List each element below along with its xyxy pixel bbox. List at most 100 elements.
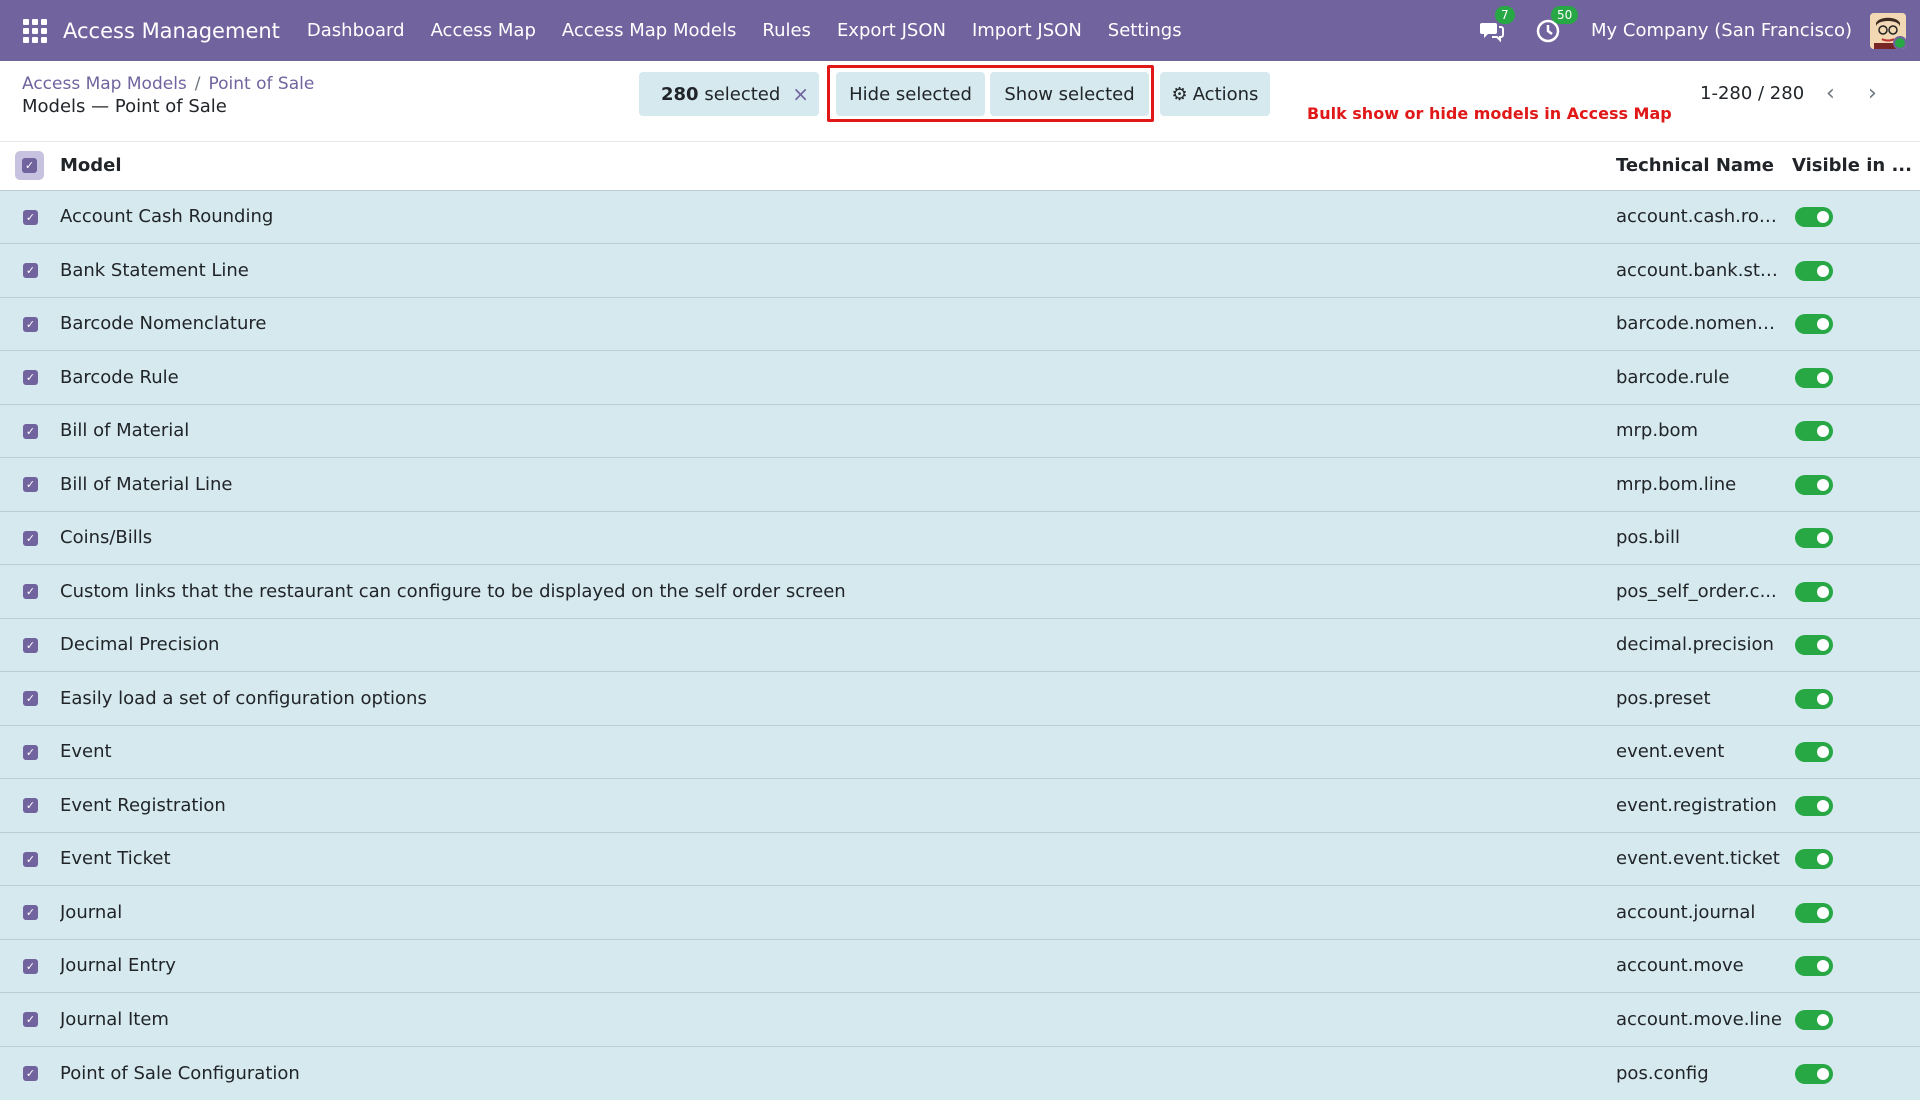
pager-next-icon[interactable]: › [1868, 81, 1877, 106]
visible-toggle[interactable] [1795, 207, 1833, 228]
row-checkbox[interactable]: ✓ [23, 1066, 38, 1081]
model-name-cell[interactable]: Custom links that the restaurant can con… [60, 565, 1616, 619]
breadcrumb-current-link[interactable]: Point of Sale [209, 74, 315, 94]
visible-toggle[interactable] [1795, 474, 1833, 495]
row-checkbox[interactable]: ✓ [23, 530, 38, 546]
visible-toggle[interactable] [1795, 1063, 1833, 1084]
model-name-cell[interactable]: Event [60, 725, 1616, 779]
table-row[interactable]: ✓ Point of Sale Configuration pos.config [0, 1046, 1920, 1100]
technical-name-cell[interactable]: mrp.bom.line [1616, 458, 1792, 512]
model-name-cell[interactable]: Bill of Material [60, 404, 1616, 458]
app-title[interactable]: Access Management [63, 19, 280, 43]
table-row[interactable]: ✓ Event Ticket event.event.ticket [0, 832, 1920, 886]
visible-toggle[interactable] [1795, 635, 1833, 656]
row-checkbox[interactable]: ✓ [23, 637, 38, 653]
hide-selected-button[interactable]: Hide selected [836, 72, 985, 116]
table-row[interactable]: ✓ Coins/Bills pos.bill [0, 511, 1920, 565]
menu-rules[interactable]: Rules [749, 20, 824, 41]
menu-settings[interactable]: Settings [1095, 20, 1195, 41]
row-checkbox[interactable]: ✓ [23, 691, 38, 707]
table-row[interactable]: ✓ Barcode Nomenclature barcode.nomenc... [0, 297, 1920, 351]
clear-selection-icon[interactable]: × [792, 82, 809, 106]
technical-name-cell[interactable]: account.move [1616, 939, 1792, 993]
messages-icon[interactable]: 7 [1479, 5, 1515, 44]
model-name-cell[interactable]: Journal [60, 886, 1616, 940]
visible-toggle[interactable] [1795, 742, 1833, 763]
visible-toggle[interactable] [1795, 795, 1833, 816]
table-row[interactable]: ✓ Event Registration event.registration [0, 778, 1920, 833]
apps-menu-icon[interactable] [23, 18, 47, 43]
row-checkbox[interactable]: ✓ [23, 798, 38, 814]
select-all-checkbox[interactable]: ✓ [15, 151, 44, 181]
visible-toggle[interactable] [1795, 581, 1833, 602]
visible-toggle[interactable] [1795, 688, 1833, 709]
row-checkbox[interactable]: ✓ [23, 905, 38, 921]
model-name-cell[interactable]: Barcode Nomenclature [60, 297, 1616, 351]
menu-access-map-models[interactable]: Access Map Models [549, 20, 749, 41]
table-row[interactable]: ✓ Bill of Material Line mrp.bom.line [0, 457, 1920, 512]
model-name-cell[interactable]: Event Ticket [60, 832, 1616, 886]
technical-name-cell[interactable]: pos_self_order.c... [1616, 565, 1792, 619]
user-avatar[interactable] [1870, 12, 1906, 49]
table-row[interactable]: ✓ Bank Statement Line account.bank.sta... [0, 243, 1920, 298]
pager-value[interactable]: 1-280 / 280 [1700, 83, 1804, 104]
company-switcher[interactable]: My Company (San Francisco) [1591, 20, 1852, 41]
model-name-cell[interactable]: Bank Statement Line [60, 244, 1616, 298]
row-checkbox[interactable]: ✓ [23, 744, 38, 760]
table-row[interactable]: ✓ Barcode Rule barcode.rule [0, 350, 1920, 405]
technical-name-cell[interactable]: account.bank.sta... [1616, 244, 1792, 298]
technical-name-cell[interactable]: account.cash.rou... [1616, 190, 1792, 244]
visible-toggle[interactable] [1795, 902, 1833, 923]
model-name-cell[interactable]: Account Cash Rounding [60, 190, 1616, 244]
row-checkbox[interactable]: ✓ [23, 851, 38, 867]
technical-name-cell[interactable]: pos.preset [1616, 672, 1792, 726]
table-row[interactable]: ✓ Bill of Material mrp.bom [0, 404, 1920, 458]
row-checkbox[interactable]: ✓ [23, 958, 38, 974]
visible-toggle[interactable] [1795, 260, 1833, 281]
model-name-cell[interactable]: Journal Entry [60, 939, 1616, 993]
model-name-cell[interactable]: Coins/Bills [60, 511, 1616, 565]
table-row[interactable]: ✓ Journal Item account.move.line [0, 992, 1920, 1047]
column-header-model[interactable]: Model [60, 142, 1616, 190]
technical-name-cell[interactable]: barcode.rule [1616, 351, 1792, 405]
menu-access-map[interactable]: Access Map [418, 20, 549, 41]
row-checkbox[interactable]: ✓ [23, 263, 38, 279]
technical-name-cell[interactable]: event.event [1616, 725, 1792, 779]
table-row[interactable]: ✓ Custom links that the restaurant can co… [0, 564, 1920, 619]
table-row[interactable]: ✓ Account Cash Rounding account.cash.rou..… [0, 190, 1920, 244]
technical-name-cell[interactable]: account.journal [1616, 886, 1792, 940]
technical-name-cell[interactable]: account.move.line [1616, 993, 1792, 1047]
activities-clock-icon[interactable]: 50 [1535, 5, 1579, 44]
row-checkbox[interactable]: ✓ [23, 423, 38, 439]
model-name-cell[interactable]: Easily load a set of configuration optio… [60, 672, 1616, 726]
row-checkbox[interactable]: ✓ [23, 584, 38, 600]
model-name-cell[interactable]: Barcode Rule [60, 351, 1616, 405]
menu-export-json[interactable]: Export JSON [824, 20, 959, 41]
model-name-cell[interactable]: Decimal Precision [60, 618, 1616, 672]
visible-toggle[interactable] [1795, 1009, 1833, 1030]
row-checkbox[interactable]: ✓ [23, 477, 38, 493]
visible-toggle[interactable] [1795, 314, 1833, 335]
model-name-cell[interactable]: Bill of Material Line [60, 458, 1616, 512]
model-name-cell[interactable]: Journal Item [60, 993, 1616, 1047]
row-checkbox[interactable]: ✓ [23, 370, 38, 386]
technical-name-cell[interactable]: pos.config [1616, 1046, 1792, 1100]
technical-name-cell[interactable]: barcode.nomenc... [1616, 297, 1792, 351]
table-row[interactable]: ✓ Decimal Precision decimal.precision [0, 618, 1920, 672]
model-name-cell[interactable]: Point of Sale Configuration [60, 1046, 1616, 1100]
technical-name-cell[interactable]: event.registration [1616, 779, 1792, 833]
breadcrumb-parent-link[interactable]: Access Map Models [22, 74, 187, 94]
visible-toggle[interactable] [1795, 421, 1833, 442]
column-header-technical-name[interactable]: Technical Name [1616, 142, 1792, 190]
actions-button[interactable]: ⚙ Actions [1160, 72, 1270, 116]
show-selected-button[interactable]: Show selected [990, 72, 1149, 116]
technical-name-cell[interactable]: event.event.ticket [1616, 832, 1792, 886]
visible-toggle[interactable] [1795, 367, 1833, 388]
model-name-cell[interactable]: Event Registration [60, 779, 1616, 833]
technical-name-cell[interactable]: mrp.bom [1616, 404, 1792, 458]
technical-name-cell[interactable]: decimal.precision [1616, 618, 1792, 672]
row-checkbox[interactable]: ✓ [23, 209, 38, 225]
pager-previous-icon[interactable]: ‹ [1826, 81, 1835, 106]
table-row[interactable]: ✓ Journal account.journal [0, 885, 1920, 940]
visible-toggle[interactable] [1795, 849, 1833, 870]
